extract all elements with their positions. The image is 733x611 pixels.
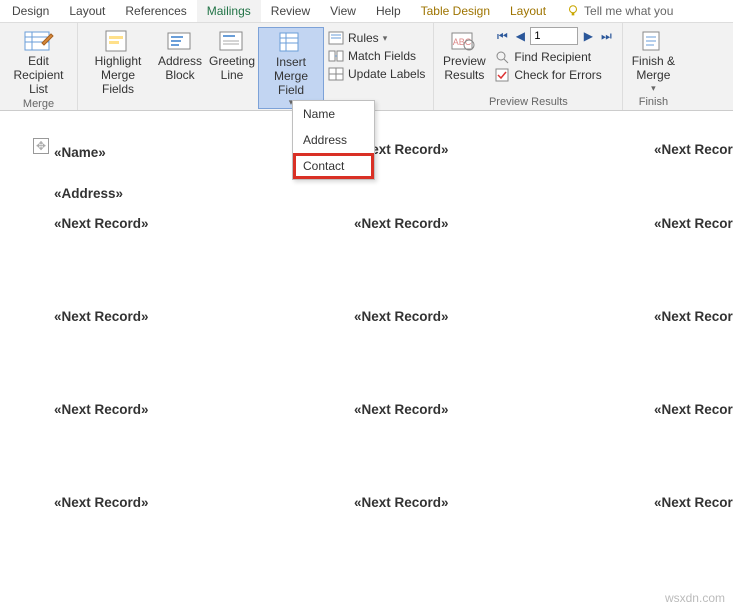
rules-icon <box>328 30 344 46</box>
ribbon-tabs: Design Layout References Mailings Review… <box>0 0 733 23</box>
find-recipient-button[interactable]: Find Recipient <box>490 48 618 66</box>
tab-table-design[interactable]: Table Design <box>411 0 500 22</box>
label-cell[interactable]: «Next Record» <box>48 489 348 582</box>
menu-item-contact[interactable]: Contact <box>293 153 374 179</box>
finish-merge-icon <box>638 29 668 53</box>
check-errors-icon <box>494 67 510 83</box>
label-cell[interactable]: «Next Record» <box>348 489 648 582</box>
tab-review[interactable]: Review <box>261 0 320 22</box>
tab-table-layout[interactable]: Layout <box>500 0 556 22</box>
match-fields-button[interactable]: Match Fields <box>324 47 429 65</box>
table-select-handle[interactable]: ✥ <box>33 138 49 154</box>
merge-field-address: «Address» <box>54 186 123 201</box>
rules-button[interactable]: Rules ▾ <box>324 29 429 47</box>
check-errors-button[interactable]: Check for Errors <box>490 66 618 84</box>
bulb-icon <box>566 4 580 18</box>
merge-field-name: «Name» <box>54 145 106 160</box>
merge-field-next-record: «Next Record» <box>54 309 149 324</box>
address-block-icon <box>165 29 195 53</box>
tab-design[interactable]: Design <box>2 0 59 22</box>
tell-me[interactable]: Tell me what you <box>556 4 673 18</box>
tab-mailings[interactable]: Mailings <box>197 0 261 22</box>
tab-layout[interactable]: Layout <box>59 0 115 22</box>
svg-text:ABC: ABC <box>453 37 472 47</box>
group-finish-label: Finish <box>627 94 679 110</box>
label-cell[interactable]: «Next Record» <box>348 136 648 210</box>
label-cell[interactable]: «Next Record» <box>348 396 648 489</box>
edit-recipient-list-button[interactable]: Edit Recipient List <box>4 27 73 96</box>
merge-field-next-record: «Next Record» <box>54 216 149 231</box>
label-cell[interactable]: «Next Record» <box>648 303 733 396</box>
merge-field-next-record: «Next Record» <box>654 402 733 417</box>
insert-merge-field-icon <box>276 30 306 54</box>
menu-item-address[interactable]: Address <box>293 127 374 153</box>
document-area: ✥ «Name» «Address» «Next Record» «Next R… <box>0 111 733 582</box>
label-cell[interactable]: «Next Record» <box>48 210 348 303</box>
label-cell[interactable]: «Next Record» <box>48 303 348 396</box>
chevron-down-icon: ▾ <box>651 83 656 93</box>
match-fields-icon <box>328 48 344 64</box>
merge-field-next-record: «Next Record» <box>654 142 733 157</box>
update-labels-icon <box>328 66 344 82</box>
label-cell[interactable]: «Next Record» <box>648 489 733 582</box>
insert-merge-field-button[interactable]: Insert Merge Field ▾ <box>258 27 324 109</box>
merge-field-next-record: «Next Record» <box>354 309 449 324</box>
merge-field-next-record: «Next Record» <box>654 309 733 324</box>
merge-field-next-record: «Next Record» <box>54 402 149 417</box>
recipient-list-icon <box>24 29 54 53</box>
chevron-down-icon: ▾ <box>383 33 388 44</box>
group-preview-results-label: Preview Results <box>438 94 618 110</box>
finish-merge-button[interactable]: Finish & Merge ▾ <box>627 27 679 94</box>
next-record-button[interactable]: ▶ <box>580 28 596 44</box>
find-recipient-icon <box>494 49 510 65</box>
prev-record-button[interactable]: ◀ <box>512 28 528 44</box>
ribbon: Edit Recipient List Merge Highlight Merg… <box>0 23 733 111</box>
preview-results-icon: ABC <box>449 29 479 53</box>
tab-help[interactable]: Help <box>366 0 411 22</box>
preview-results-button[interactable]: ABC Preview Results <box>438 27 490 94</box>
first-record-button[interactable]: ⏮ <box>494 28 510 44</box>
last-record-button[interactable]: ⏭ <box>598 28 614 44</box>
highlight-merge-fields-button[interactable]: Highlight Merge Fields <box>82 27 154 109</box>
tab-references[interactable]: References <box>115 0 196 22</box>
label-cell[interactable]: «Next Record» <box>348 210 648 303</box>
highlight-icon <box>103 29 133 53</box>
insert-merge-field-menu: Name Address Contact <box>292 100 375 180</box>
update-labels-button[interactable]: Update Labels <box>324 65 429 83</box>
watermark: wsxdn.com <box>665 591 725 605</box>
greeting-line-button[interactable]: Greeting Line <box>206 27 258 109</box>
merge-field-next-record: «Next Record» <box>354 216 449 231</box>
merge-field-next-record: «Next Record» <box>654 216 733 231</box>
record-number-input[interactable] <box>530 27 578 45</box>
greeting-line-icon <box>217 29 247 53</box>
tell-me-label: Tell me what you <box>584 4 673 18</box>
label-cell[interactable]: «Next Record» <box>648 396 733 489</box>
label-cell[interactable]: «Next Record» <box>648 136 733 210</box>
merge-field-next-record: «Next Record» <box>54 495 149 510</box>
label-cell[interactable]: «Next Record» <box>348 303 648 396</box>
label-cell[interactable]: «Next Record» <box>48 396 348 489</box>
tab-view[interactable]: View <box>320 0 366 22</box>
group-merge-label: Merge <box>4 96 73 112</box>
menu-item-name[interactable]: Name <box>293 101 374 127</box>
labels-table: «Name» «Address» «Next Record» «Next Rec… <box>48 136 733 582</box>
merge-field-next-record: «Next Record» <box>654 495 733 510</box>
merge-field-next-record: «Next Record» <box>354 495 449 510</box>
address-block-button[interactable]: Address Block <box>154 27 206 109</box>
label-cell[interactable]: «Next Record» <box>648 210 733 303</box>
merge-field-next-record: «Next Record» <box>354 402 449 417</box>
